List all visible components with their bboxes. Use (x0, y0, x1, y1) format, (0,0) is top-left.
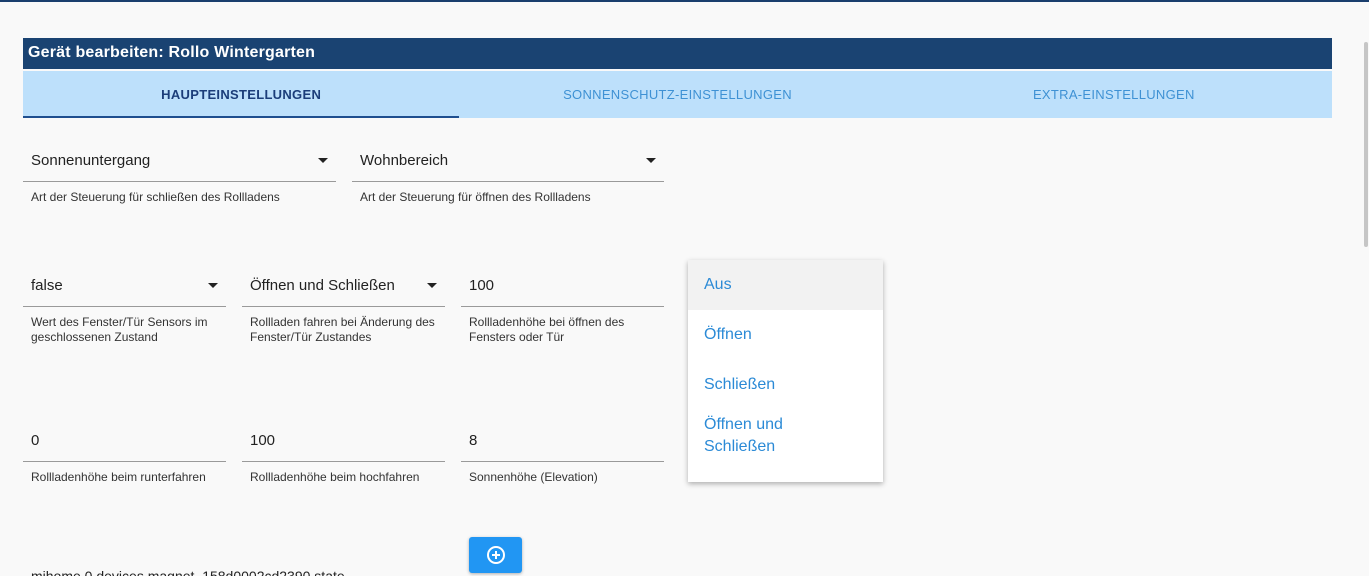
window-open-height-helper: Rollladenhöhe bei öffnen des Fensters od… (469, 315, 625, 344)
window-open-height-value: 100 (469, 277, 495, 294)
open-type-value: Wohnbereich (360, 152, 449, 169)
scrollbar-thumb[interactable] (1364, 42, 1368, 247)
caret-down-icon (208, 283, 218, 288)
window-sensor-helper: Wert des Fenster/Tür Sensors im geschlos… (31, 315, 208, 344)
sensor-state-id: mihome.0.devices.magnet_158d0002cd2390.s… (31, 568, 345, 576)
caret-down-icon (646, 158, 656, 163)
tab-bar: HAUPTEINSTELLUNGEN SONNENSCHUTZ-EINSTELL… (23, 71, 1332, 118)
menu-item-open-and-close[interactable]: Öffnen und Schließen (688, 410, 828, 482)
window-open-height-input[interactable]: 100 Rollladenhöhe bei öffnen des Fenster… (461, 265, 664, 345)
up-height-value: 100 (250, 432, 276, 449)
window-change-action-value: Öffnen und Schließen (250, 277, 395, 294)
open-type-helper: Art der Steuerung für öffnen des Rolllad… (360, 190, 591, 204)
sun-elevation-value: 8 (469, 432, 478, 449)
close-type-select[interactable]: Sonnenuntergang Art der Steuerung für sc… (23, 140, 336, 205)
up-height-input[interactable]: 100 Rollladenhöhe beim hochfahren (242, 420, 445, 485)
add-button[interactable] (469, 537, 522, 573)
open-type-select[interactable]: Wohnbereich Art der Steuerung für öffnen… (352, 140, 664, 205)
tab-main-settings[interactable]: HAUPTEINSTELLUNGEN (23, 71, 460, 118)
caret-down-icon (318, 158, 328, 163)
menu-item-close[interactable]: Schließen (688, 360, 883, 410)
down-height-helper: Rollladenhöhe beim runterfahren (31, 470, 206, 484)
menu-item-off[interactable]: Aus (688, 260, 883, 310)
down-height-input[interactable]: 0 Rollladenhöhe beim runterfahren (23, 420, 226, 485)
scrollbar[interactable] (1363, 2, 1369, 576)
plus-circle-icon (486, 546, 505, 564)
window-sensor-value: false (31, 277, 63, 294)
close-type-helper: Art der Steuerung für schließen des Roll… (31, 190, 280, 204)
dropdown-menu: Aus Öffnen Schließen Öffnen und Schließe… (688, 260, 883, 482)
menu-item-open[interactable]: Öffnen (688, 310, 883, 360)
tab-sun-protection-settings[interactable]: SONNENSCHUTZ-EINSTELLUNGEN (459, 71, 895, 118)
close-type-value: Sonnenuntergang (31, 152, 151, 169)
tab-extra-settings[interactable]: EXTRA-EINSTELLUNGEN (896, 71, 1332, 118)
window-sensor-value-select[interactable]: false Wert des Fenster/Tür Sensors im ge… (23, 265, 226, 345)
caret-down-icon (427, 283, 437, 288)
sun-elevation-helper: Sonnenhöhe (Elevation) (469, 470, 598, 484)
sun-elevation-input[interactable]: 8 Sonnenhöhe (Elevation) (461, 420, 664, 485)
up-height-helper: Rollladenhöhe beim hochfahren (250, 470, 420, 484)
dialog-title: Gerät bearbeiten: Rollo Wintergarten (23, 38, 1332, 69)
down-height-value: 0 (31, 432, 40, 449)
window-change-action-helper: Rollladen fahren bei Änderung des Fenste… (250, 315, 435, 344)
window-change-action-select[interactable]: Öffnen und Schließen Rollladen fahren be… (242, 265, 445, 345)
